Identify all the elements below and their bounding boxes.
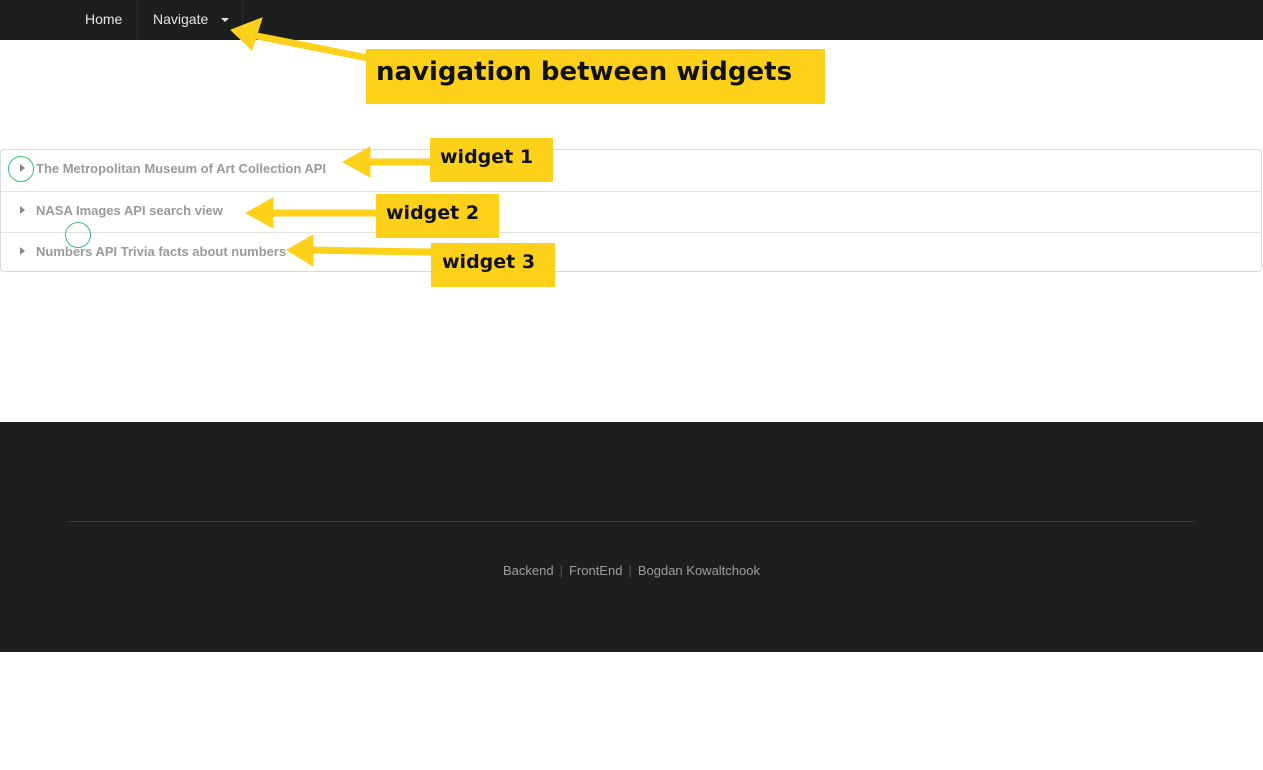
accordion-item-nasa-images[interactable]: NASA Images API search view: [1, 191, 1261, 232]
top-navbar: Home Navigate: [0, 0, 1263, 40]
accordion-item-met-museum[interactable]: The Metropolitan Museum of Art Collectio…: [1, 150, 1261, 191]
nav-home-link[interactable]: Home: [70, 0, 137, 40]
footer-divider: [68, 521, 1195, 522]
nav-navigate-label: Navigate: [153, 11, 209, 27]
accordion-item-title: NASA Images API search view: [36, 203, 223, 218]
footer-separator: |: [559, 563, 563, 578]
annotation-widget1: widget 1: [430, 138, 553, 182]
annotation-arrows: [230, 17, 433, 267]
annotation-navigation: navigation between widgets: [366, 49, 825, 104]
footer-link-author[interactable]: Bogdan Kowaltchook: [638, 563, 760, 578]
annotation-widget2: widget 2: [376, 194, 499, 238]
nav-navigate-dropdown[interactable]: Navigate: [137, 0, 243, 40]
caret-right-icon: [20, 206, 25, 214]
footer-link-frontend[interactable]: FrontEnd: [569, 563, 622, 578]
footer-links: Backend | FrontEnd | Bogdan Kowaltchook: [0, 563, 1263, 578]
footer-separator: |: [628, 563, 632, 578]
click-highlight-ring: [8, 156, 34, 182]
cursor-highlight-ring: [65, 222, 91, 248]
widget-accordion: The Metropolitan Museum of Art Collectio…: [0, 149, 1262, 272]
annotation-widget3: widget 3: [431, 243, 555, 287]
caret-down-icon: [221, 18, 229, 22]
footer-link-backend[interactable]: Backend: [503, 563, 554, 578]
page-footer: Backend | FrontEnd | Bogdan Kowaltchook: [0, 422, 1263, 652]
caret-right-icon: [20, 247, 25, 255]
accordion-item-title: The Metropolitan Museum of Art Collectio…: [36, 161, 327, 176]
accordion-item-numbers-api[interactable]: Numbers API Trivia facts about numbers: [1, 232, 1261, 273]
